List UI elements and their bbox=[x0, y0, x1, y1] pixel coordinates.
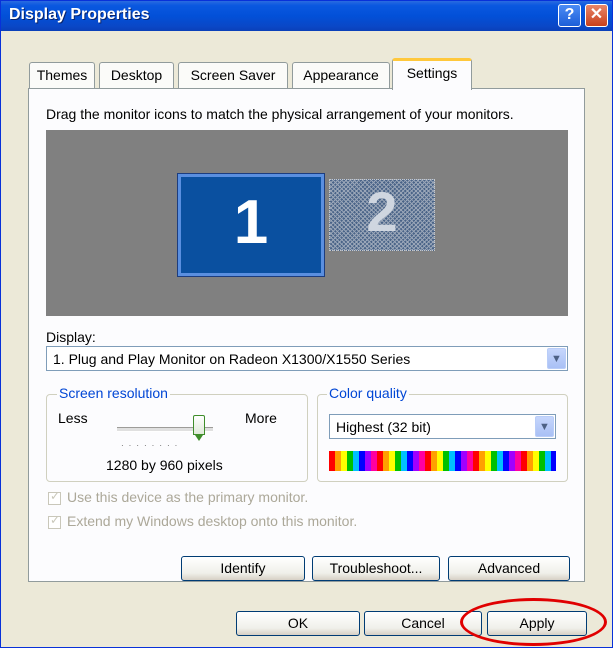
monitor-1-icon[interactable]: 1 bbox=[177, 173, 325, 277]
instruction-text: Drag the monitor icons to match the phys… bbox=[46, 106, 514, 122]
identify-button[interactable]: Identify bbox=[181, 556, 305, 581]
title-bar[interactable]: Display Properties ? ✕ bbox=[1, 1, 612, 31]
tab-label: Themes bbox=[36, 67, 88, 83]
resolution-value: 1280 by 960 pixels bbox=[106, 457, 223, 473]
tab-settings[interactable]: Settings bbox=[392, 58, 472, 90]
color-quality-value: Highest (32 bit) bbox=[336, 419, 431, 435]
tab-label: Screen Saver bbox=[190, 67, 276, 83]
window-title: Display Properties bbox=[9, 6, 150, 23]
chevron-down-icon[interactable]: ▼ bbox=[547, 348, 566, 369]
primary-monitor-label: Use this device as the primary monitor. bbox=[67, 489, 309, 505]
troubleshoot-button[interactable]: Troubleshoot... bbox=[312, 556, 440, 581]
apply-highlight-circle bbox=[460, 598, 607, 646]
ok-button[interactable]: OK bbox=[236, 611, 360, 636]
display-select[interactable]: 1. Plug and Play Monitor on Radeon X1300… bbox=[46, 346, 568, 371]
tab-label: Appearance bbox=[303, 67, 379, 83]
color-quality-select[interactable]: Highest (32 bit) ▼ bbox=[329, 414, 556, 439]
slider-ticks: ········ bbox=[121, 441, 183, 450]
extend-desktop-checkbox[interactable] bbox=[48, 513, 61, 529]
advanced-button-label: Advanced bbox=[477, 560, 541, 576]
monitor-2-label: 2 bbox=[366, 180, 398, 243]
display-label: Display: bbox=[46, 329, 96, 345]
help-icon: ? bbox=[564, 6, 575, 23]
color-quality-title: Color quality bbox=[327, 385, 409, 401]
resolution-more-label: More bbox=[245, 410, 277, 426]
tab-themes[interactable]: Themes bbox=[29, 62, 95, 88]
primary-monitor-checkbox[interactable] bbox=[48, 489, 61, 505]
extend-desktop-label: Extend my Windows desktop onto this moni… bbox=[67, 513, 358, 529]
troubleshoot-button-label: Troubleshoot... bbox=[329, 560, 423, 576]
identify-button-label: Identify bbox=[220, 560, 266, 576]
help-button[interactable]: ? bbox=[558, 4, 581, 27]
display-select-value: 1. Plug and Play Monitor on Radeon X1300… bbox=[53, 351, 411, 367]
tab-label: Settings bbox=[406, 65, 458, 81]
resolution-less-label: Less bbox=[58, 410, 88, 426]
advanced-button[interactable]: Advanced bbox=[448, 556, 570, 581]
ok-button-label: OK bbox=[287, 615, 309, 631]
resolution-slider-thumb[interactable] bbox=[193, 415, 205, 441]
screen-resolution-title: Screen resolution bbox=[57, 385, 170, 401]
color-spectrum-preview bbox=[329, 451, 556, 471]
close-button[interactable]: ✕ bbox=[585, 4, 608, 27]
tab-screen-saver[interactable]: Screen Saver bbox=[178, 62, 288, 88]
monitor-1-label: 1 bbox=[233, 188, 269, 257]
close-icon: ✕ bbox=[589, 6, 604, 23]
tab-appearance[interactable]: Appearance bbox=[292, 62, 390, 88]
chevron-down-icon[interactable]: ▼ bbox=[535, 416, 554, 437]
tab-label: Desktop bbox=[110, 67, 163, 83]
cancel-button-label: Cancel bbox=[401, 615, 445, 631]
monitor-2-icon[interactable]: 2 bbox=[329, 179, 435, 251]
tab-desktop[interactable]: Desktop bbox=[99, 62, 174, 88]
